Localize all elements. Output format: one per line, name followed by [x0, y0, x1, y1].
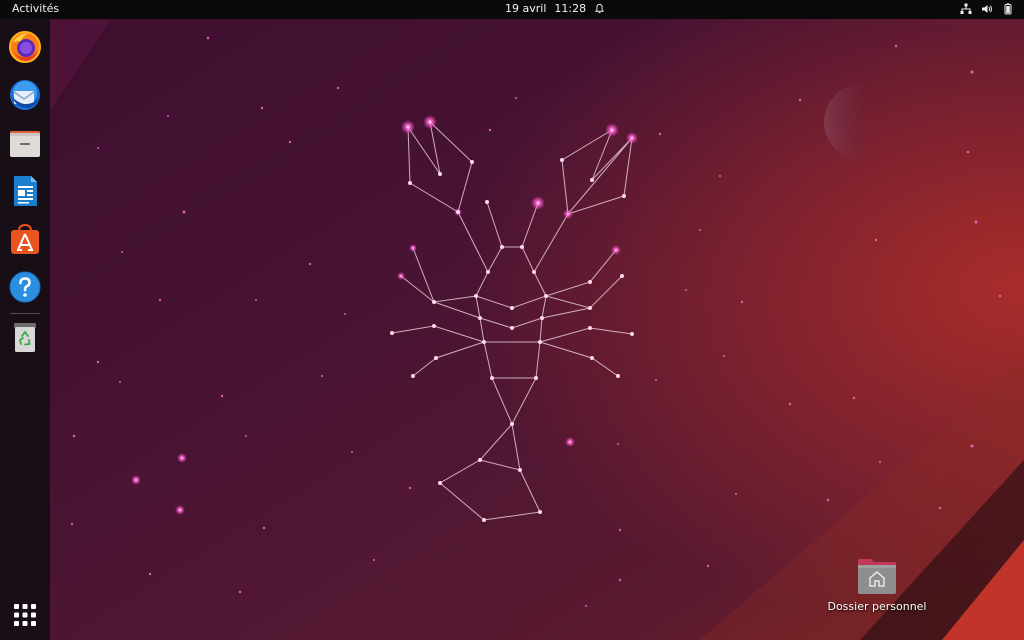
battery-icon [1004, 3, 1012, 15]
top-bar: Activités 19 avril 11:28 [0, 0, 1024, 19]
desktop-home-folder[interactable]: Dossier personnel [826, 556, 928, 626]
dock [0, 19, 50, 640]
apps-grid-icon[interactable] [11, 601, 39, 629]
desktop-wallpaper [0, 0, 1024, 640]
clock-button[interactable]: 19 avril 11:28 [505, 2, 605, 15]
dock-app-help[interactable] [7, 269, 43, 305]
dock-app-ubuntu-software[interactable] [7, 221, 43, 257]
help-icon [9, 271, 41, 303]
dock-app-thunderbird[interactable] [7, 77, 43, 113]
files-icon [10, 131, 40, 157]
dock-app-firefox[interactable] [7, 29, 43, 65]
home-folder-icon [858, 559, 896, 594]
network-icon [960, 3, 972, 14]
trash-icon [14, 323, 36, 352]
dock-app-libreoffice-writer[interactable] [7, 173, 43, 209]
activities-button[interactable]: Activités [12, 2, 59, 15]
firefox-icon [9, 31, 41, 63]
thunderbird-icon [10, 80, 40, 110]
system-menu[interactable] [960, 3, 1014, 15]
ubuntu-software-icon [11, 223, 39, 254]
time-label: 11:28 [554, 2, 587, 15]
dock-app-files[interactable] [7, 125, 43, 161]
home-folder-label: Dossier personnel [827, 600, 927, 613]
notification-bell-icon [594, 3, 605, 14]
volume-icon [982, 5, 992, 13]
dock-separator [10, 313, 40, 314]
dock-trash[interactable] [7, 319, 43, 355]
date-label: 19 avril [505, 2, 547, 15]
libreoffice-writer-icon [14, 176, 37, 206]
